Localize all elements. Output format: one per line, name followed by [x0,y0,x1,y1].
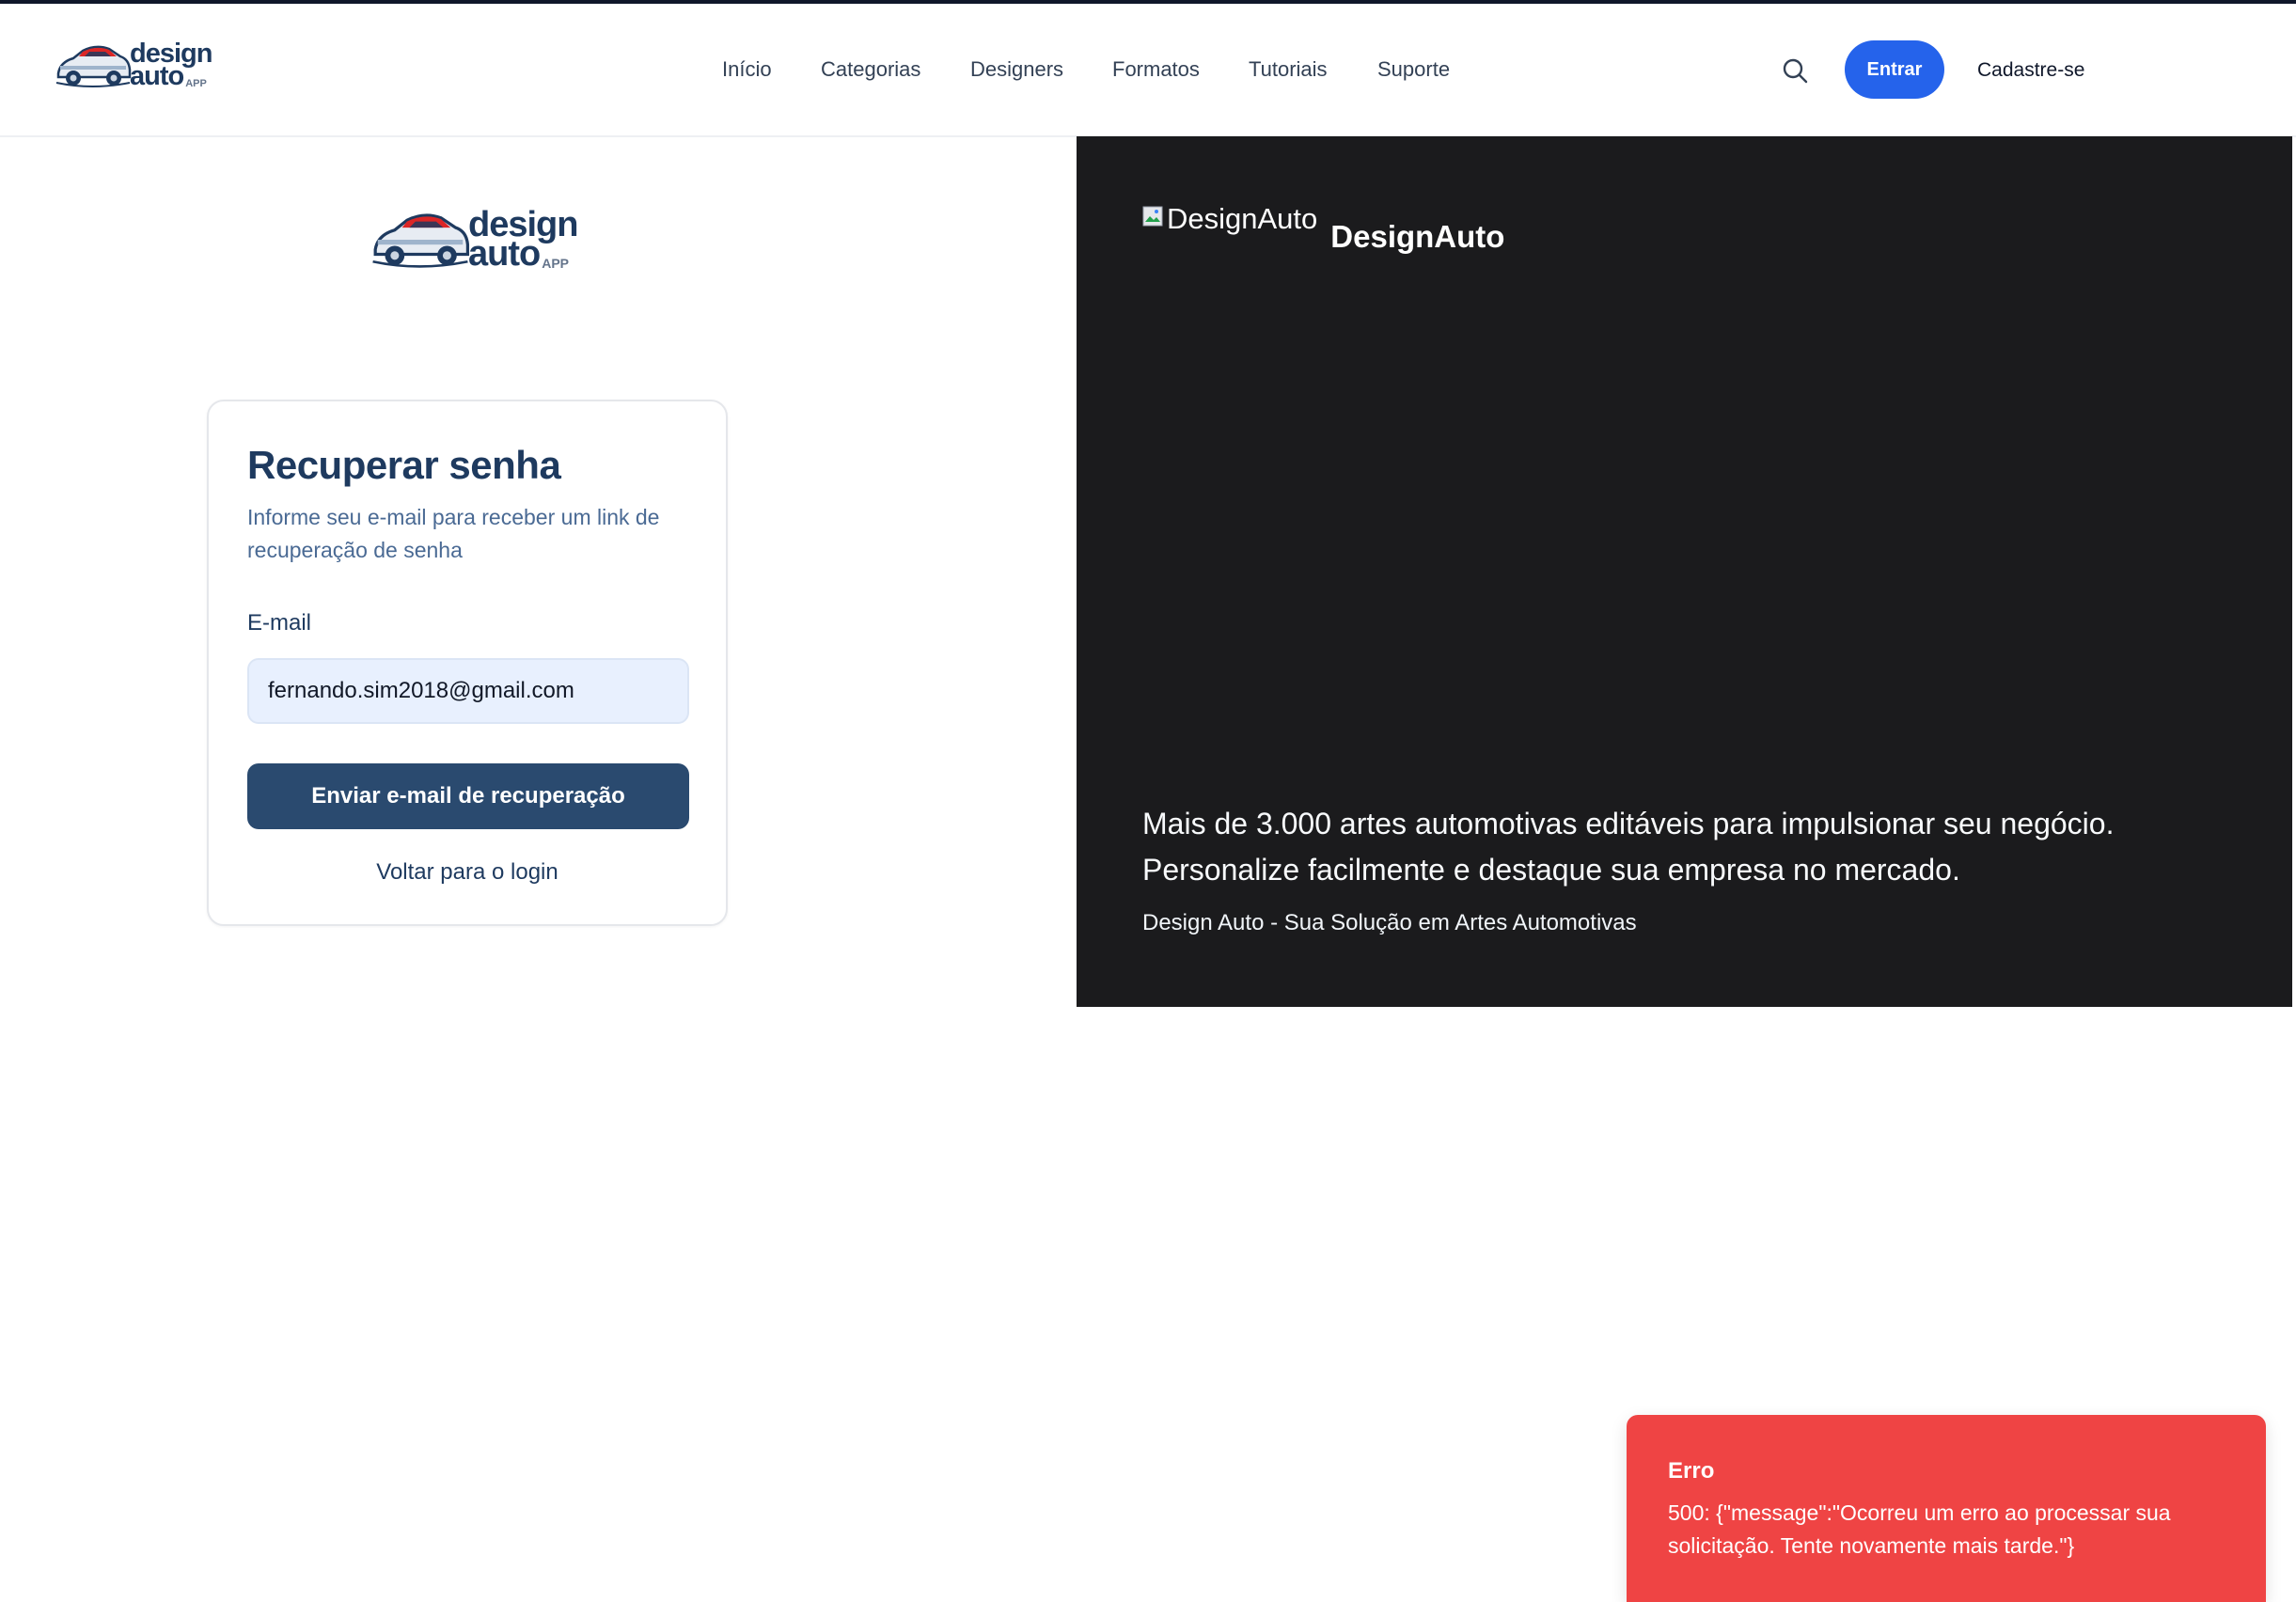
page-title: Recuperar senha [247,443,561,487]
site-header: design auto APP Início Categorias Design… [0,4,2296,137]
send-recovery-email-button[interactable]: Enviar e-mail de recuperação [247,763,689,829]
nav-item-inicio[interactable]: Início [722,57,772,82]
logo-suffix-app: APP [542,255,570,271]
hero-text-line-1: Mais de 3.000 artes automotivas editávei… [1142,807,2115,840]
toast-title: Erro [1668,1458,1715,1484]
broken-image: DesignAuto [1142,202,1317,236]
signup-link[interactable]: Cadastre-se [1977,59,2084,82]
hero-brand-name: DesignAuto [1330,219,1505,254]
logo-word-auto: auto [468,234,541,274]
hero-tagline: Design Auto - Sua Solução em Artes Autom… [1142,910,1637,935]
back-to-login-link[interactable]: Voltar para o login [209,859,726,886]
nav-item-formatos[interactable]: Formatos [1112,57,1200,82]
search-button[interactable] [1781,56,1809,85]
hero-brand: DesignAuto DesignAuto [1142,202,1504,255]
nav-item-suporte[interactable]: Suporte [1377,57,1450,82]
main-nav: Início Categorias Designers Formatos Tut… [0,4,2296,135]
card-description: Informe seu e-mail para receber um link … [247,505,660,562]
error-toast[interactable]: Erro 500: {"message":"Ocorreu um erro ao… [1627,1415,2266,1602]
email-label: E-mail [247,610,312,636]
hero-panel: DesignAuto DesignAuto Mais de 3.000 arte… [1077,136,2292,1007]
car-logo-icon [372,213,470,268]
nav-item-tutoriais[interactable]: Tutoriais [1249,57,1328,82]
nav-item-categorias[interactable]: Categorias [821,57,920,82]
search-icon [1783,58,1808,84]
page-logo: design auto APP [370,207,578,274]
login-button[interactable]: Entrar [1845,40,1944,99]
nav-item-designers[interactable]: Designers [970,57,1063,82]
broken-image-icon [1142,206,1163,227]
recover-password-card: Recuperar senha Informe seu e-mail para … [207,400,728,926]
hero-text-line-2: Personalize facilmente e destaque sua em… [1142,853,1960,887]
toast-message: 500: {"message":"Ocorreu um erro ao proc… [1668,1500,2171,1558]
email-field[interactable] [247,658,689,724]
hero-text: Mais de 3.000 artes automotivas editávei… [1142,801,2233,893]
image-alt-text: DesignAuto [1167,202,1318,235]
